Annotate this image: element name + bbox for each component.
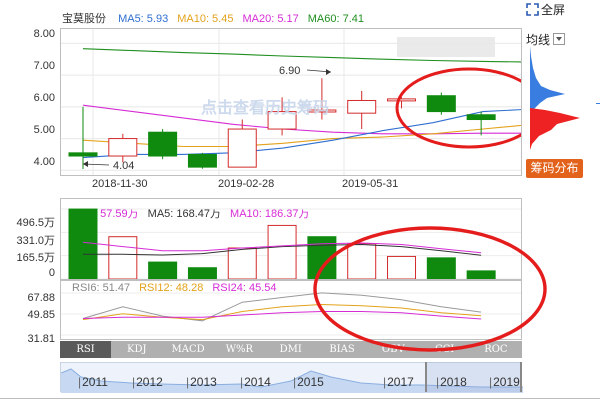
ma-select-label: 均线 — [526, 32, 551, 47]
price-y-tick: 6.00 — [33, 92, 55, 104]
price-y-tick: 5.00 — [33, 124, 55, 136]
price-x-tick: 2019-05-31 — [342, 178, 399, 190]
svg-text:4.04: 4.04 — [113, 160, 134, 172]
ma-legend-item: MA5: 5.93 — [118, 13, 169, 25]
timeline-year-label: 2012 — [132, 375, 163, 389]
timeline-year-label: 2013 — [186, 375, 217, 389]
highlight-circle — [395, 67, 521, 149]
price-legend: 宝莫股份 MA5: 5.93 MA10: 5.45 MA20: 5.17 MA60: … — [62, 10, 382, 26]
candle — [466, 111, 496, 136]
fullscreen-icon — [526, 2, 539, 16]
price-y-tick: 7.00 — [33, 60, 55, 72]
ma-select[interactable]: 均线 — [526, 31, 566, 47]
svg-text:6.90: 6.90 — [279, 65, 300, 77]
timeline-range-handle-right[interactable] — [520, 362, 522, 392]
blurred-label — [397, 37, 495, 57]
bottom-divider — [0, 398, 600, 399]
volume-y-tick: 165.5万 — [16, 252, 55, 264]
price-y-tick: 8.00 — [33, 28, 55, 40]
rsi-y-tick: 67.88 — [27, 292, 55, 304]
chip-loss-area — [530, 108, 580, 150]
ma-legend-item: MA10: 5.45 — [177, 13, 234, 25]
timeline-year-label: 2019 — [489, 375, 520, 389]
timeline-year-label: 2018 — [436, 375, 467, 389]
candle — [187, 152, 217, 169]
timeline-year-label: 2014 — [240, 375, 271, 389]
fullscreen-label: 全屏 — [541, 2, 566, 17]
volume-bar — [187, 267, 217, 279]
ma-legend-item: MA20: 5.17 — [242, 13, 299, 25]
chevron-down-icon — [553, 33, 566, 45]
chip-profit-area — [530, 46, 565, 116]
tab-wr[interactable]: W%R — [214, 341, 265, 358]
highlight-circle-lower — [313, 226, 547, 352]
volume-bar — [227, 247, 257, 279]
price-x-tick: 2018-11-30 — [92, 178, 148, 190]
tab-dmi[interactable]: DMI — [265, 341, 316, 358]
candle — [426, 92, 456, 115]
tab-kdj[interactable]: KDJ — [111, 341, 162, 358]
price-y-tick: 4.00 — [33, 156, 55, 168]
candle — [347, 90, 377, 130]
stock-name: 宝莫股份 — [62, 13, 106, 25]
price-chart[interactable]: 点击查看历史筹码 6.90 4.04 — [60, 28, 522, 176]
timeline-year-label: 2017 — [383, 375, 414, 389]
candle — [108, 133, 138, 163]
tab-macd[interactable]: MACD — [163, 341, 214, 358]
chart-watermark: 点击查看历史筹码 — [201, 98, 329, 117]
volume-bar — [267, 224, 297, 279]
edge-marker — [596, 103, 600, 104]
volume-y-tick: 331.0万 — [16, 234, 55, 247]
volume-bar — [108, 236, 138, 279]
ma-legend-item: MA60: 7.41 — [307, 13, 364, 25]
timeline-year-label: 2015 — [293, 375, 324, 389]
tab-rsi[interactable]: RSI — [60, 341, 111, 358]
volume-bar — [148, 261, 178, 279]
volume-y-tick: 496.5万 — [16, 217, 55, 229]
timeline-year-label: 2011 — [78, 375, 108, 389]
chip-distribution-chart — [530, 46, 580, 150]
rsi-y-tick: 31.81 — [27, 333, 55, 345]
fullscreen-button[interactable]: 全屏 — [526, 1, 565, 17]
candle — [148, 129, 178, 160]
price-x-tick: 2019-02-28 — [218, 178, 275, 190]
volume-bar — [68, 208, 98, 279]
rsi-y-tick: 49.85 — [27, 309, 55, 321]
candle — [227, 119, 257, 168]
volume-y-tick: 0 — [48, 266, 55, 279]
chip-distribution-button[interactable]: 筹码分布 — [526, 159, 583, 178]
